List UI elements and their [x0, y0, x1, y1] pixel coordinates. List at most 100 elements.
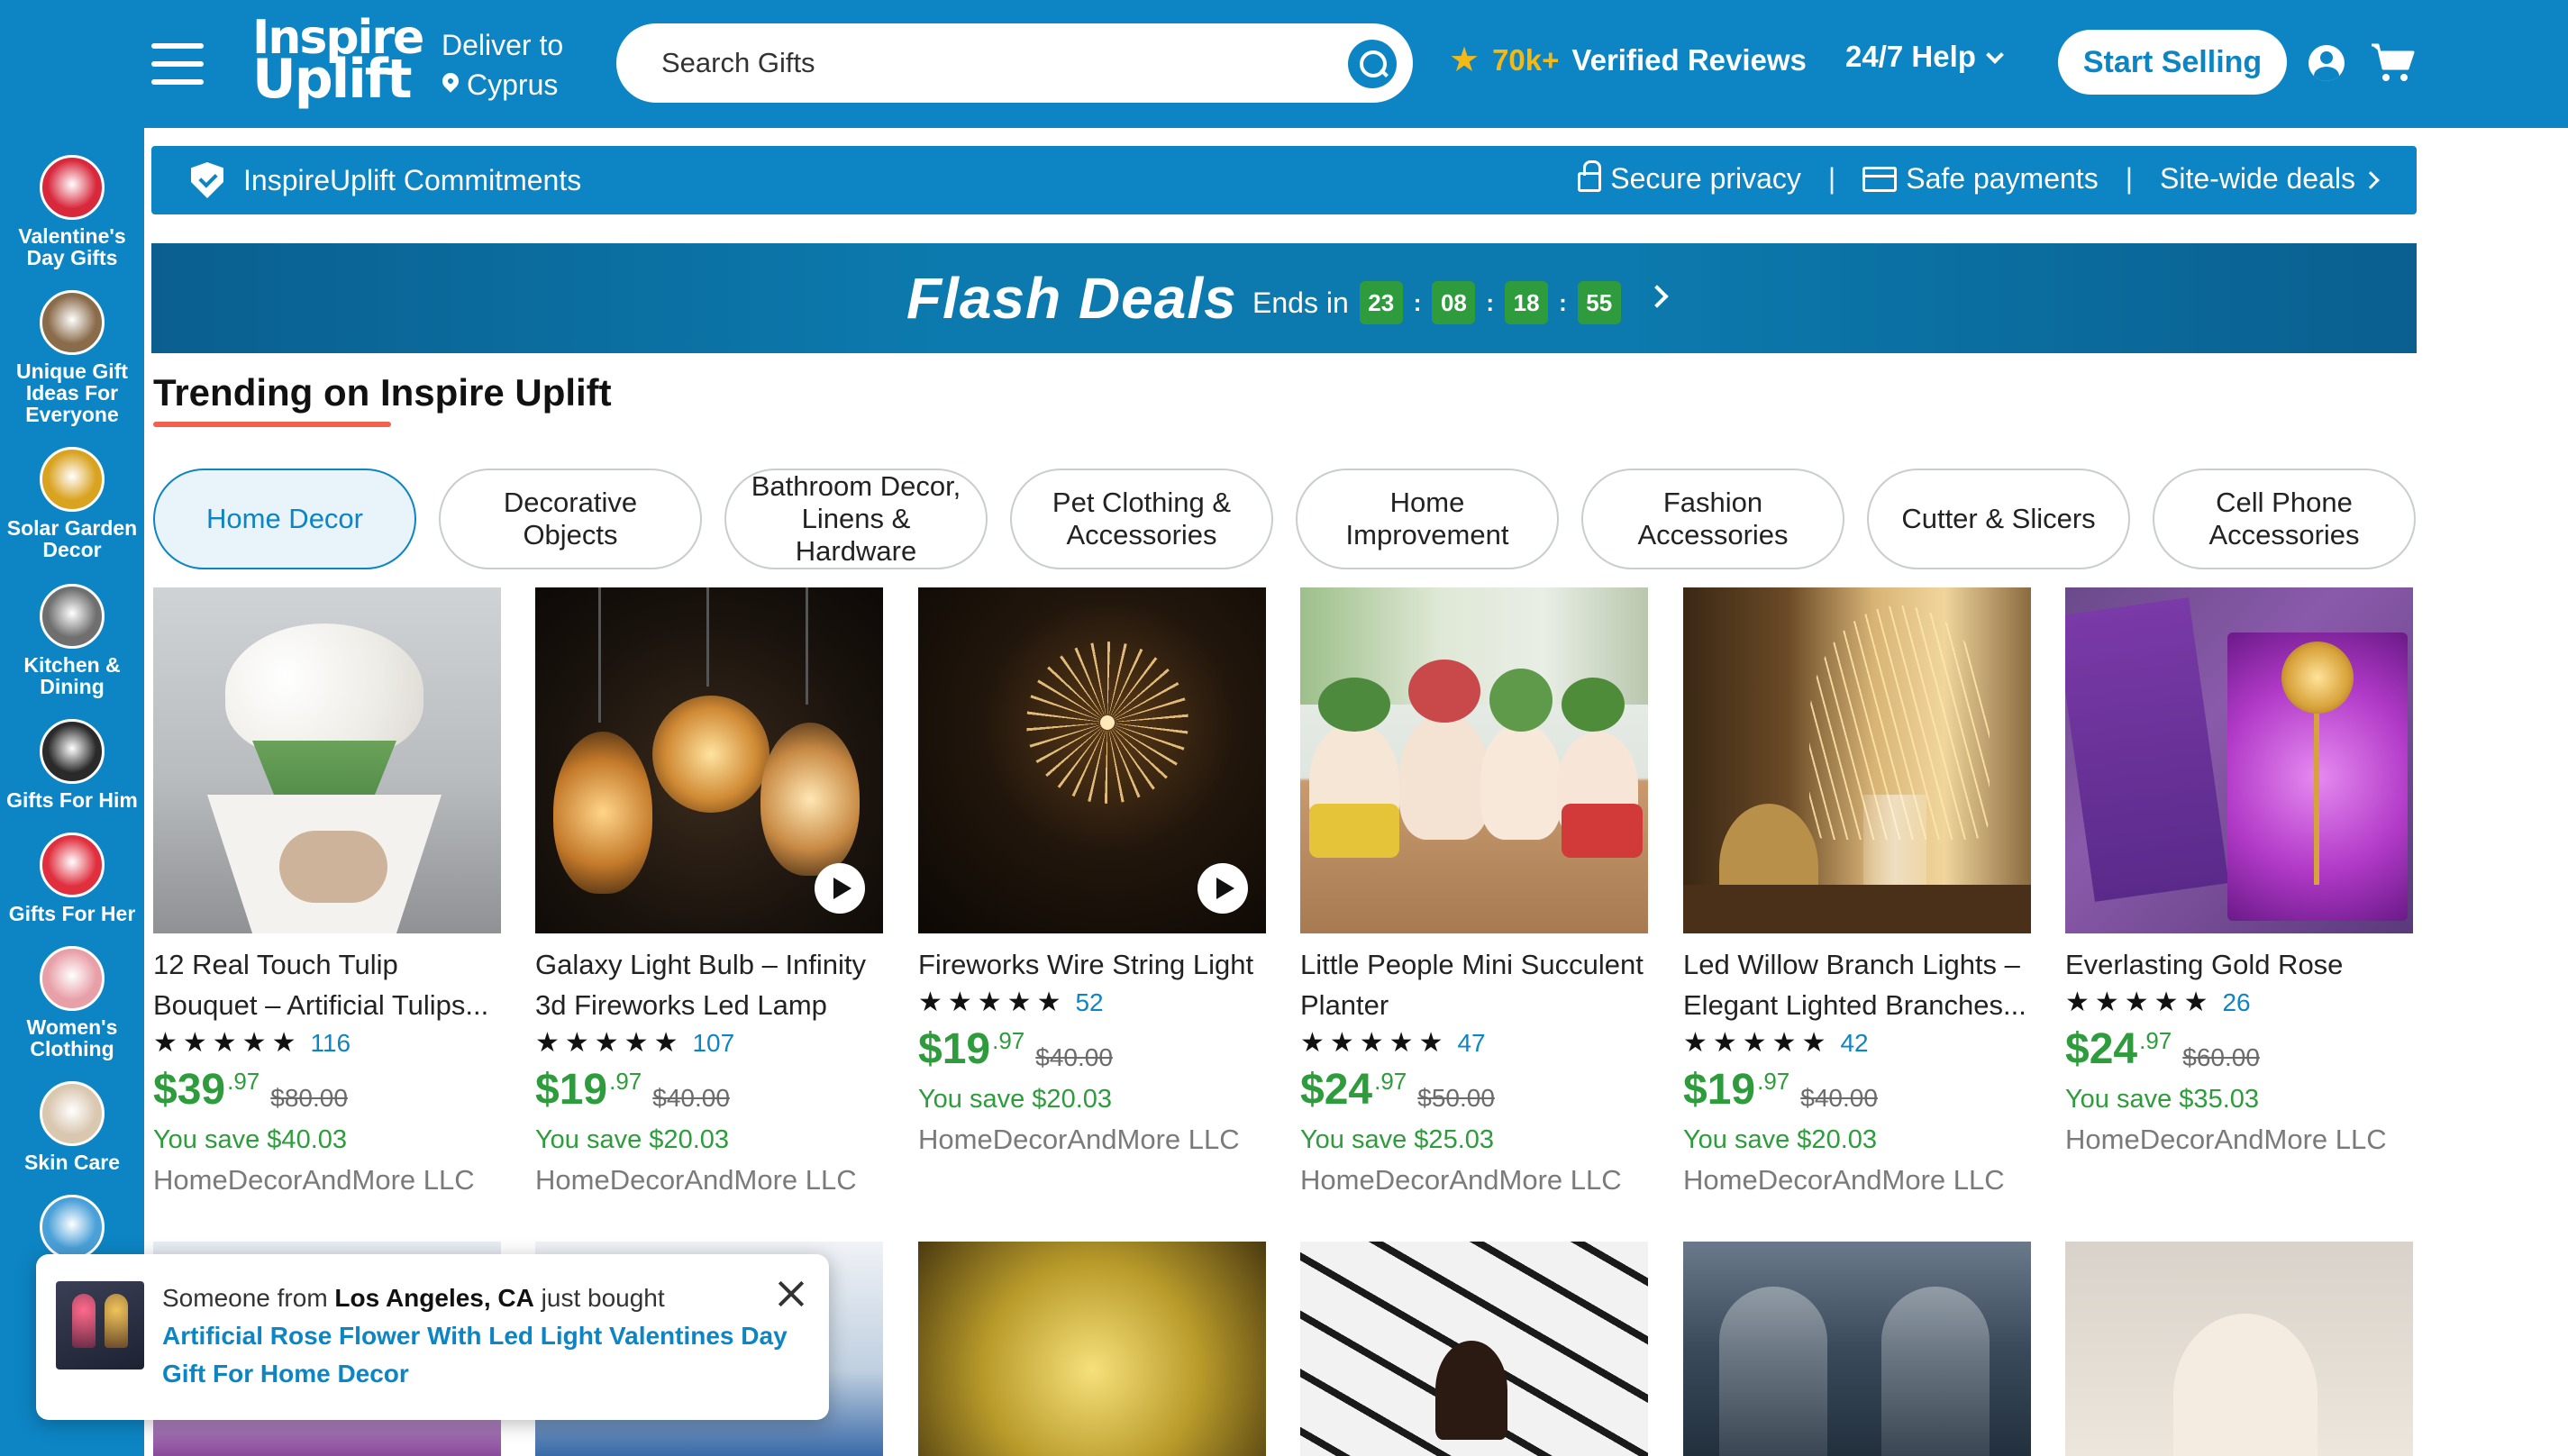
popup-location: Los Angeles, CA: [334, 1284, 534, 1312]
category-thumbnail[interactable]: [40, 290, 105, 355]
category-thumbnail[interactable]: [40, 1195, 105, 1260]
product-card[interactable]: Everlasting Gold Rose ★★★★★ 26 $24.97 $60.…: [2065, 587, 2413, 1156]
sidebar-category-label[interactable]: Gifts For Her: [0, 903, 144, 924]
product-card[interactable]: Led Willow Branch Lights – Elegant Light…: [1683, 587, 2031, 1197]
sidebar-category[interactable]: Skin Care: [0, 1081, 144, 1173]
play-video-icon[interactable]: [815, 863, 865, 914]
product-card[interactable]: 12 Real Touch Tulip Bouquet – Artificial…: [153, 587, 501, 1197]
sidebar-category[interactable]: Solar Garden Decor: [0, 447, 144, 560]
product-price: $19.97 $40.00: [1683, 1068, 2031, 1113]
tab-home-improvement[interactable]: Home Improvement: [1296, 469, 1559, 569]
tab-decorative-objects[interactable]: Decorative Objects: [439, 469, 702, 569]
verified-reviews[interactable]: ★ 70k+ Verified Reviews: [1449, 40, 1807, 80]
product-card[interactable]: Fireworks Wire String Light ★★★★★ 52 $19.…: [918, 587, 1266, 1156]
sidebar-category-label[interactable]: Kitchen & Dining: [0, 654, 144, 697]
safe-payments[interactable]: Safe payments: [1862, 162, 2099, 196]
sidebar-category[interactable]: Women's Clothing: [0, 946, 144, 1060]
product-title[interactable]: Little People Mini Succulent Planter: [1300, 944, 1648, 1025]
product-card[interactable]: Little People Mini Succulent Planter ★★★…: [1300, 587, 1648, 1197]
product-price: $24.97 $60.00: [2065, 1027, 2413, 1072]
product-image[interactable]: [2065, 587, 2413, 933]
product-image[interactable]: [2065, 1242, 2413, 1456]
category-thumbnail[interactable]: [40, 719, 105, 784]
seller-name[interactable]: HomeDecorAndMore LLC: [2065, 1124, 2413, 1156]
product-image[interactable]: [535, 587, 883, 933]
popup-product-thumbnail[interactable]: [56, 1281, 144, 1370]
category-thumbnail[interactable]: [40, 946, 105, 1011]
logo[interactable]: Inspire Uplift: [252, 14, 424, 114]
tab-fashion-accessories[interactable]: Fashion Accessories: [1581, 469, 1844, 569]
sidebar-category[interactable]: Gifts For Her: [0, 833, 144, 924]
product-title[interactable]: Fireworks Wire String Light: [918, 944, 1266, 985]
seller-name[interactable]: HomeDecorAndMore LLC: [535, 1164, 883, 1197]
safe-payments-label: Safe payments: [1906, 162, 2099, 195]
tab-cutter-slicers[interactable]: Cutter & Slicers: [1867, 469, 2130, 569]
site-wide-deals-link[interactable]: Site-wide deals: [2160, 162, 2380, 196]
review-count[interactable]: 42: [1840, 1029, 1868, 1058]
countdown-hours: 23: [1359, 281, 1403, 324]
product-title[interactable]: 12 Real Touch Tulip Bouquet – Artificial…: [153, 944, 501, 1025]
original-price: $40.00: [1035, 1043, 1113, 1071]
product-title[interactable]: Led Willow Branch Lights – Elegant Light…: [1683, 944, 2031, 1025]
review-count[interactable]: 26: [2222, 988, 2250, 1017]
seller-name[interactable]: HomeDecorAndMore LLC: [153, 1164, 501, 1197]
review-count[interactable]: 52: [1075, 988, 1103, 1017]
deliver-to-selector[interactable]: Deliver to Cyprus: [442, 25, 563, 105]
product-image[interactable]: [153, 587, 501, 933]
product-image[interactable]: [1683, 587, 2031, 933]
category-thumbnail[interactable]: [40, 447, 105, 512]
tab-cell-phone-accessories[interactable]: Cell Phone Accessories: [2153, 469, 2416, 569]
sidebar-category-label[interactable]: Gifts For Him: [0, 789, 144, 811]
review-count[interactable]: 116: [310, 1029, 351, 1058]
commitments-bar[interactable]: InspireUplift Commitments Secure privacy…: [151, 146, 2417, 214]
sidebar-category-label[interactable]: Women's Clothing: [0, 1016, 144, 1060]
site-deals-label: Site-wide deals: [2160, 162, 2355, 195]
product-title[interactable]: Galaxy Light Bulb – Infinity 3d Firework…: [535, 944, 883, 1025]
sidebar-category[interactable]: Unique Gift Ideas For Everyone: [0, 290, 144, 425]
sidebar-category-label[interactable]: Skin Care: [0, 1151, 144, 1173]
product-image[interactable]: [1300, 587, 1648, 933]
tab-pet-clothing[interactable]: Pet Clothing & Accessories: [1010, 469, 1273, 569]
savings-text: You save $35.03: [2065, 1085, 2260, 1114]
product-image[interactable]: [1683, 1242, 2031, 1456]
flash-deals-banner[interactable]: Flash Deals Ends in 23 : 08 : 18 : 55: [151, 243, 2417, 353]
review-count[interactable]: 47: [1457, 1029, 1485, 1058]
close-icon[interactable]: [775, 1278, 807, 1310]
recent-purchase-popup[interactable]: Someone from Los Angeles, CA just bought…: [36, 1254, 829, 1420]
secure-privacy[interactable]: Secure privacy: [1578, 160, 1801, 196]
sidebar-category-label[interactable]: Valentine's Day Gifts: [0, 225, 144, 268]
seller-name[interactable]: HomeDecorAndMore LLC: [1683, 1164, 2031, 1197]
chevron-right-icon[interactable]: [1645, 285, 1669, 308]
original-price: $60.00: [2182, 1043, 2260, 1071]
title-underline: [153, 422, 391, 427]
tab-bathroom-decor[interactable]: Bathroom Decor, Linens & Hardware: [724, 469, 988, 569]
sidebar-category[interactable]: Gifts For Him: [0, 719, 144, 811]
category-thumbnail[interactable]: [40, 155, 105, 220]
category-thumbnail[interactable]: [40, 833, 105, 897]
popup-product-link[interactable]: Artificial Rose Flower With Led Light Va…: [162, 1317, 793, 1393]
sidebar-category[interactable]: Kitchen & Dining: [0, 584, 144, 697]
product-image[interactable]: [1300, 1242, 1648, 1456]
product-card[interactable]: Galaxy Light Bulb – Infinity 3d Firework…: [535, 587, 883, 1197]
category-thumbnail[interactable]: [40, 1081, 105, 1146]
review-count[interactable]: 107: [692, 1029, 734, 1058]
seller-name[interactable]: HomeDecorAndMore LLC: [918, 1124, 1266, 1156]
account-icon[interactable]: [2308, 45, 2345, 81]
menu-icon[interactable]: [151, 43, 204, 85]
product-image[interactable]: [918, 1242, 1266, 1456]
savings-text: You save $25.03: [1300, 1125, 1495, 1154]
sidebar-category[interactable]: Valentine's Day Gifts: [0, 155, 144, 268]
sidebar-category-label[interactable]: Unique Gift Ideas For Everyone: [0, 360, 144, 425]
help-dropdown[interactable]: 24/7 Help: [1845, 40, 2004, 74]
product-image[interactable]: [918, 587, 1266, 933]
product-title[interactable]: Everlasting Gold Rose: [2065, 944, 2413, 985]
search-icon[interactable]: [1348, 40, 1397, 88]
start-selling-button[interactable]: Start Selling: [2058, 30, 2287, 95]
search-input[interactable]: [661, 43, 1292, 83]
seller-name[interactable]: HomeDecorAndMore LLC: [1300, 1164, 1648, 1197]
tab-home-decor[interactable]: Home Decor: [153, 469, 416, 569]
play-video-icon[interactable]: [1197, 863, 1248, 914]
category-thumbnail[interactable]: [40, 584, 105, 649]
cart-icon[interactable]: [2370, 41, 2415, 85]
sidebar-category-label[interactable]: Solar Garden Decor: [0, 517, 144, 560]
